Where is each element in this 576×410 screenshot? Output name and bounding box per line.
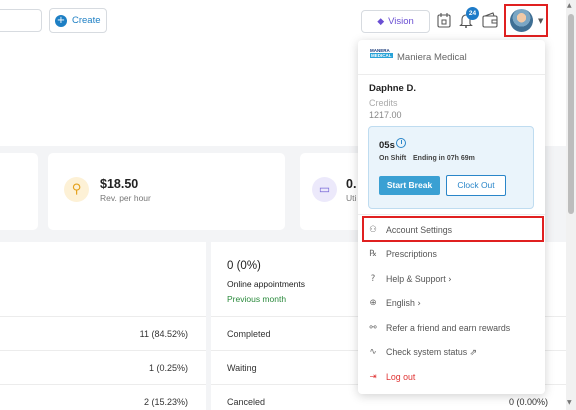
pulse-icon: ∿ [369, 347, 377, 357]
shift-status: On Shift [379, 155, 407, 162]
row-value: 1 (0.25%) [148, 363, 188, 373]
organization-logo: MANERA MEDICAL [370, 48, 393, 58]
online-label: Online appointments [227, 279, 305, 289]
stat-card-revenue: ⚲ $18.50 Rev. per hour [48, 153, 285, 230]
chevron-right-icon: › [448, 275, 452, 285]
organization-switcher[interactable]: MANERA MEDICAL Maniera Medical [370, 48, 540, 68]
create-label: Create [72, 15, 101, 26]
row-label: Canceled [227, 397, 266, 407]
organization-name: Maniera Medical [397, 52, 467, 63]
page-scrollbar[interactable]: ▲ ▼ [566, 0, 576, 410]
menu-item-label: Check system status ⇗ [386, 347, 477, 358]
refer-icon: ⚯ [369, 323, 377, 333]
search-input[interactable] [0, 9, 42, 32]
calendar-icon[interactable] [437, 12, 451, 28]
table-row: 11 (84.52%) [0, 316, 206, 350]
start-break-button[interactable]: Start Break [379, 176, 440, 195]
util-label: Uti [346, 193, 357, 203]
chevron-right-icon: › [417, 299, 421, 309]
table-row: 1 (0.25%) [0, 350, 206, 384]
profile-menu-toggle[interactable]: ▼ [504, 4, 548, 37]
stat-card-partial [0, 153, 38, 230]
clock-out-button[interactable]: Clock Out [446, 175, 506, 196]
vision-label: Vision [388, 16, 414, 27]
online-percentage: 0 (0%) [227, 260, 261, 272]
menu-item-logout[interactable]: ⇥ Log out [358, 365, 545, 389]
shift-ending: Ending in 07h 69m [413, 155, 475, 162]
hourly-rate-icon: ⚲ [64, 177, 89, 202]
user-name: Daphne D. [369, 83, 416, 94]
diamond-icon: ◆ [377, 16, 385, 27]
notification-badge: 24 [466, 7, 479, 20]
scrollbar-thumb[interactable] [568, 14, 574, 214]
rate-label: Rev. per hour [100, 193, 151, 203]
chevron-down-icon: ▼ [538, 17, 544, 25]
external-link-icon: ⇗ [469, 348, 477, 358]
scroll-down-icon[interactable]: ▼ [567, 399, 572, 406]
shift-timer: 05s [379, 140, 395, 151]
highlight-account-settings [362, 216, 544, 242]
menu-item-label: English › [386, 298, 421, 309]
credits-value: 1217.00 [369, 110, 402, 120]
appointments-breakdown-left: 11 (84.52%) 1 (0.25%) 2 (15.23%) [0, 242, 206, 410]
menu-item-label: Prescriptions [386, 249, 437, 259]
menu-item-label: Refer a friend and earn rewards [386, 323, 511, 333]
row-label: Waiting [227, 363, 257, 373]
menu-item-label: Help & Support › [386, 274, 452, 285]
folder-icon: ▭ [312, 177, 337, 202]
menu-item-refer-friend[interactable]: ⚯ Refer a friend and earn rewards [358, 316, 545, 340]
menu-item-prescriptions[interactable]: ℞ Prescriptions [358, 242, 545, 266]
menu-item-system-status[interactable]: ∿ Check system status ⇗ [358, 340, 545, 364]
globe-icon: ⊕ [369, 298, 377, 308]
vision-button[interactable]: ◆ Vision [361, 10, 430, 33]
row-value: 11 (84.52%) [139, 329, 188, 339]
create-button[interactable]: + Create [49, 8, 107, 33]
wallet-icon[interactable] [482, 12, 498, 28]
table-row: 2 (15.23%) [0, 384, 206, 410]
credits-label: Credits [369, 98, 398, 108]
logout-icon: ⇥ [369, 372, 377, 382]
avatar [510, 9, 533, 32]
top-header: + Create ◆ Vision 24 ▼ [0, 0, 576, 43]
row-value: 0 (0.00%) [508, 397, 548, 407]
divider [358, 74, 545, 75]
timer-icon [396, 138, 406, 148]
divider [358, 214, 545, 215]
rate-value: $18.50 [100, 177, 139, 191]
period-label: Previous month [227, 294, 287, 304]
menu-item-help-support[interactable]: ? Help & Support › [358, 267, 545, 291]
help-icon: ? [370, 274, 376, 284]
plus-icon: + [55, 14, 67, 27]
row-value: 2 (15.23%) [143, 397, 188, 407]
row-label: Completed [227, 329, 271, 339]
util-value: 0. [346, 177, 357, 191]
menu-item-language[interactable]: ⊕ English › [358, 291, 545, 315]
shift-panel: 05s On Shift Ending in 07h 69m Start Bre… [368, 126, 534, 209]
prescription-icon: ℞ [369, 249, 377, 259]
menu-item-label: Log out [386, 372, 416, 382]
scroll-up-icon[interactable]: ▲ [567, 2, 572, 9]
